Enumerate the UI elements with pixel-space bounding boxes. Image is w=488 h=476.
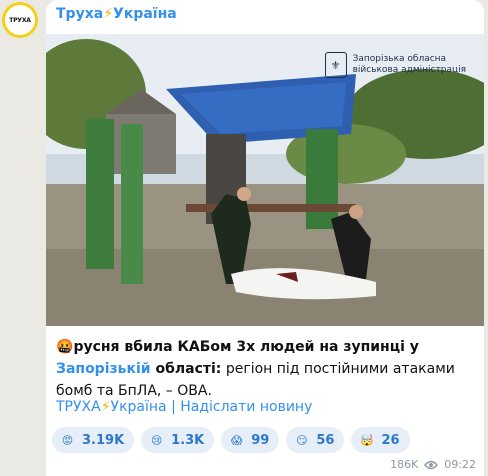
view-count: 186K [390, 458, 419, 471]
footer-link[interactable]: ТРУХА⚡Україна | Надіслати новину [56, 399, 312, 415]
region-link[interactable]: Запорізькій [56, 361, 151, 377]
channel-name-suffix: Україна [113, 6, 177, 22]
lightning-icon: ⚡ [100, 399, 111, 415]
reaction-angry[interactable]: 😡 3.19K [52, 427, 135, 453]
reaction-screaming[interactable]: 😱 99 [221, 427, 280, 453]
coat-of-arms-icon: ⚜ [324, 52, 347, 78]
footer-link-part1: ТРУХА [56, 399, 101, 415]
watermark-line1: Запорізька обласна [352, 54, 447, 64]
exploding-head-icon: 🤯 [360, 433, 374, 447]
message-meta: 186K 09:22 [390, 458, 476, 471]
reaction-smirk[interactable]: 😏 56 [286, 427, 345, 453]
lightning-icon: ⚡ [103, 6, 114, 22]
message-bubble: Труха⚡Україна ⚜ Запорізька обласна війсь… [46, 0, 484, 476]
reaction-count: 26 [381, 432, 400, 448]
message-bold-2: області: [150, 361, 222, 377]
reaction-count: 56 [316, 432, 335, 448]
reaction-count: 1.3K [171, 432, 205, 448]
smirk-face-icon: 😏 [296, 433, 308, 447]
angry-face-icon: 🤬 [56, 339, 74, 355]
screaming-face-icon: 😱 [231, 433, 243, 447]
reaction-count: 99 [251, 432, 270, 448]
message-bold-1: русня вбила КАБом 3х людей на зупинці у [73, 339, 419, 355]
crying-face-icon: 😢 [150, 433, 163, 447]
eye-icon [424, 460, 439, 469]
reaction-crying[interactable]: 😢 1.3K [141, 427, 215, 453]
reaction-exploding-head[interactable]: 🤯 26 [351, 427, 410, 453]
channel-name-main: Труха [56, 6, 104, 22]
footer-link-part2: Україна | Надіслати новину [110, 399, 313, 415]
watermark-line2: військова адміністрація [352, 65, 466, 75]
angry-face-icon: 😡 [61, 433, 74, 447]
reaction-count: 3.19K [82, 432, 125, 448]
message-time: 09:22 [444, 458, 476, 471]
channel-name[interactable]: Труха⚡Україна [56, 6, 177, 22]
message-text: 🤬русня вбила КАБом 3х людей на зупинці у… [56, 336, 476, 402]
channel-avatar[interactable]: ТРУХА [2, 2, 38, 38]
message-photo[interactable]: ⚜ Запорізька обласна військова адміністр… [46, 34, 484, 326]
avatar-text: ТРУХА [5, 5, 35, 35]
watermark: ⚜ Запорізька обласна військова адміністр… [324, 52, 466, 78]
reactions-bar: 😡 3.19K 😢 1.3K 😱 99 😏 56 🤯 26 [52, 427, 410, 453]
